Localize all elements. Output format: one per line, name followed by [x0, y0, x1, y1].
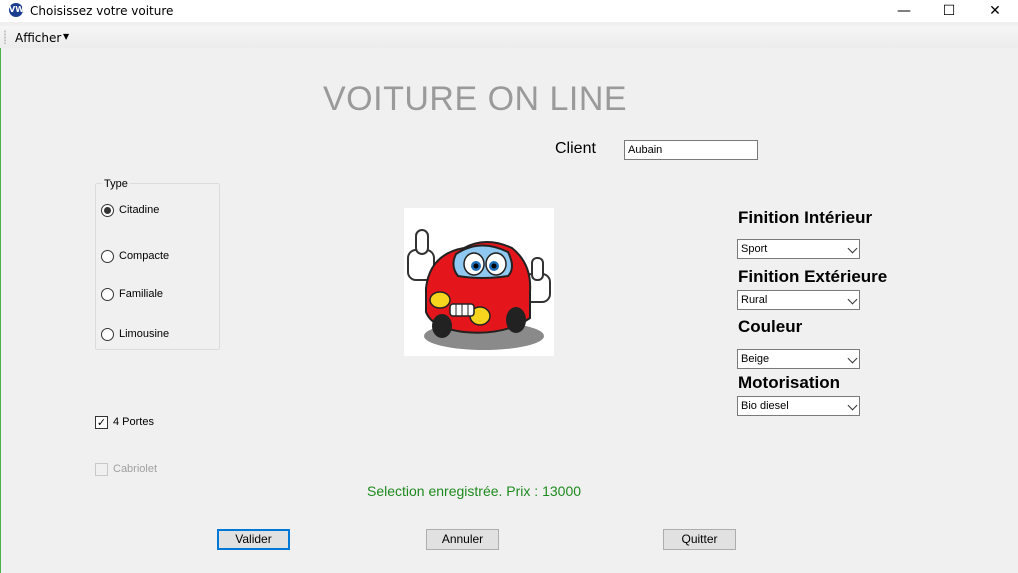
checkbox-cabriolet	[95, 463, 108, 476]
chevron-down-icon	[847, 353, 858, 364]
couleur-value: Beige	[741, 353, 770, 365]
quitter-button[interactable]: Quitter	[663, 529, 736, 550]
menu-bar	[0, 26, 1018, 48]
volkswagen-logo-icon: VW	[9, 3, 24, 17]
motorisation-value: Bio diesel	[741, 400, 789, 412]
radio-label-compacte[interactable]: Compacte	[119, 250, 169, 262]
status-message: Selection enregistrée. Prix : 13000	[367, 483, 582, 499]
radio-compacte[interactable]	[101, 250, 114, 263]
checkbox-label-cabriolet: Cabriolet	[113, 463, 158, 475]
annuler-button[interactable]: Annuler	[426, 529, 499, 550]
motorisation-select[interactable]: Bio diesel	[737, 396, 860, 416]
couleur-select[interactable]: Beige	[737, 349, 860, 369]
finition-interieur-label: Finition Intérieur	[738, 208, 873, 227]
chevron-down-icon[interactable]: ▼	[63, 32, 69, 41]
radio-limousine[interactable]	[101, 328, 114, 341]
menu-grip-icon[interactable]	[4, 30, 6, 44]
window-title: Choisissez votre voiture	[30, 4, 174, 18]
valider-button[interactable]: Valider	[217, 529, 290, 550]
finition-interieur-select[interactable]: Sport	[737, 239, 860, 259]
page-title: VOITURE ON LINE	[323, 80, 628, 118]
finition-interieur-value: Sport	[741, 243, 768, 255]
close-button[interactable]: ✕	[972, 0, 1018, 22]
car-image	[404, 208, 554, 356]
finition-exterieure-select[interactable]: Rural	[737, 290, 860, 310]
chevron-down-icon	[847, 294, 858, 305]
client-label: Client	[555, 140, 596, 157]
chevron-down-icon	[847, 400, 858, 411]
radio-label-limousine[interactable]: Limousine	[119, 328, 169, 340]
radio-familiale[interactable]	[101, 288, 114, 301]
radio-label-citadine[interactable]: Citadine	[119, 204, 159, 216]
menu-afficher[interactable]: Afficher	[15, 31, 61, 45]
maximize-button[interactable]: ☐	[926, 0, 972, 22]
radio-label-familiale[interactable]: Familiale	[119, 288, 163, 300]
finition-exterieure-value: Rural	[741, 294, 768, 306]
motorisation-label: Motorisation	[738, 373, 840, 392]
couleur-label: Couleur	[738, 317, 803, 336]
checkbox-4-portes[interactable]: ✓	[95, 416, 108, 429]
client-input[interactable]: Aubain	[624, 140, 758, 160]
type-legend: Type	[102, 178, 130, 190]
radio-citadine[interactable]	[101, 204, 114, 217]
cartoon-red-car-icon	[407, 229, 551, 350]
window-border	[0, 48, 1, 573]
chevron-down-icon	[847, 243, 858, 254]
minimize-button[interactable]: —	[881, 0, 927, 22]
checkbox-label-4-portes[interactable]: 4 Portes	[113, 416, 154, 428]
finition-exterieure-label: Finition Extérieure	[738, 267, 888, 286]
